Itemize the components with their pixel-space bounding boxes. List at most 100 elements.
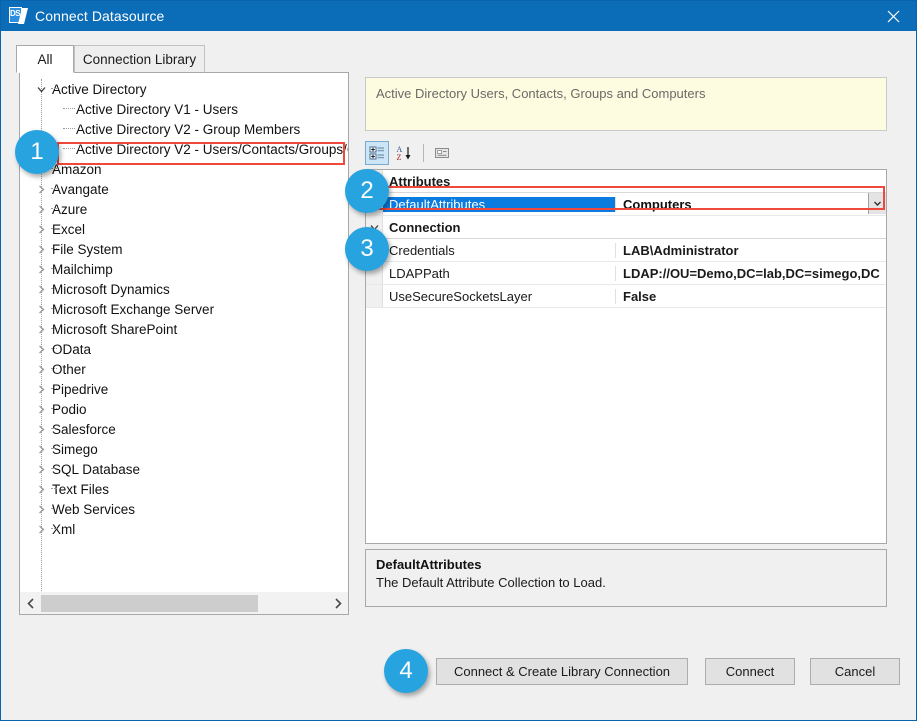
tree-item-podio[interactable]: Podio <box>20 399 348 419</box>
tree-horizontal-scrollbar[interactable] <box>20 591 348 614</box>
scrollbar-thumb[interactable] <box>41 594 259 612</box>
tree-item-web-services[interactable]: Web Services <box>20 499 348 519</box>
chevron-right-icon[interactable] <box>35 203 48 216</box>
callout-badge-2: 2 <box>345 169 389 213</box>
chevron-right-icon[interactable] <box>35 363 48 376</box>
chevron-right-icon[interactable] <box>35 423 48 436</box>
chevron-right-icon[interactable] <box>35 183 48 196</box>
datasource-tree[interactable]: Active Directory Active Directory V1 - U… <box>20 79 348 591</box>
tree-item-label: File System <box>52 241 123 257</box>
chevron-right-icon[interactable] <box>35 403 48 416</box>
chevron-right-icon[interactable] <box>35 323 48 336</box>
chevron-right-icon[interactable] <box>35 523 48 536</box>
connect-and-create-library-connection-button[interactable]: Connect & Create Library Connection <box>436 658 688 685</box>
property-value[interactable]: False <box>615 288 886 304</box>
tree-item-avangate[interactable]: Avangate <box>20 179 348 199</box>
chevron-right-icon[interactable] <box>35 283 48 296</box>
svg-text:Z: Z <box>397 153 402 161</box>
tab-connection-library[interactable]: Connection Library <box>74 45 205 73</box>
chevron-right-icon[interactable] <box>35 503 48 516</box>
tree-item-microsoft-dynamics[interactable]: Microsoft Dynamics <box>20 279 348 299</box>
tree-item-label: Web Services <box>52 501 136 517</box>
tree-item-file-system[interactable]: File System <box>20 239 348 259</box>
tree-item-xml[interactable]: Xml <box>20 519 348 539</box>
chevron-right-icon[interactable] <box>35 243 48 256</box>
tree-item-microsoft-exchange-server[interactable]: Microsoft Exchange Server <box>20 299 348 319</box>
tab-connection-library-label: Connection Library <box>82 51 197 67</box>
tree-item-text-files[interactable]: Text Files <box>20 479 348 499</box>
window-title: Connect Datasource <box>35 8 165 24</box>
property-grid[interactable]: Attributes DefaultAttributes Computers C… <box>365 169 887 544</box>
close-icon[interactable] <box>870 1 916 31</box>
connect-button[interactable]: Connect <box>705 658 795 685</box>
categorized-view-icon[interactable] <box>365 141 389 165</box>
tree-item-label: Mailchimp <box>52 261 113 277</box>
tree-item-label: Text Files <box>52 481 110 497</box>
scrollbar-track[interactable] <box>41 592 327 614</box>
callout-badge-3: 3 <box>345 227 389 271</box>
property-row-credentials[interactable]: Credentials LAB\Administrator <box>366 239 886 262</box>
property-category-connection[interactable]: Connection <box>366 216 886 239</box>
tree-item-label: Xml <box>52 521 76 537</box>
chevron-right-icon[interactable] <box>35 443 48 456</box>
tree-item-label: Salesforce <box>52 421 116 437</box>
tree-item-azure[interactable]: Azure <box>20 199 348 219</box>
chevron-right-icon[interactable] <box>35 223 48 236</box>
property-value[interactable]: Computers <box>615 196 886 212</box>
cancel-button[interactable]: Cancel <box>810 658 900 685</box>
callout-badge-4: 4 <box>384 649 428 693</box>
tree-item-odata[interactable]: OData <box>20 339 348 359</box>
chevron-right-icon[interactable] <box>35 303 48 316</box>
tree-item-label: Active Directory V2 - Group Members <box>76 121 301 137</box>
property-help-title: DefaultAttributes <box>376 557 482 572</box>
property-row-ldappath[interactable]: LDAPPath LDAP://OU=Demo,DC=lab,DC=simego… <box>366 262 886 285</box>
chevron-right-icon[interactable] <box>35 343 48 356</box>
chevron-right-icon[interactable] <box>35 263 48 276</box>
tree-item-label: Microsoft Dynamics <box>52 281 170 297</box>
chevron-right-icon[interactable] <box>35 383 48 396</box>
chevron-down-icon[interactable] <box>35 83 48 96</box>
chevron-right-icon[interactable] <box>35 483 48 496</box>
tree-item-excel[interactable]: Excel <box>20 219 348 239</box>
property-name: Credentials <box>389 242 455 258</box>
chevron-right-icon[interactable] <box>35 463 48 476</box>
tree-item-salesforce[interactable]: Salesforce <box>20 419 348 439</box>
tree-item-label: Podio <box>52 401 87 417</box>
property-category-attributes[interactable]: Attributes <box>366 170 886 193</box>
property-category-label: Attributes <box>389 173 451 189</box>
tree-item-mailchimp[interactable]: Mailchimp <box>20 259 348 279</box>
tree-item-pipedrive[interactable]: Pipedrive <box>20 379 348 399</box>
tree-item-active-directory[interactable]: Active Directory <box>20 79 348 99</box>
tree-item-ad-v2-group-members[interactable]: Active Directory V2 - Group Members <box>20 119 348 139</box>
property-pages-icon[interactable] <box>430 141 454 165</box>
chevron-right-icon[interactable] <box>327 593 348 614</box>
tree-item-ad-v2-users-contacts-groups[interactable]: Active Directory V2 - Users/Contacts/Gro… <box>20 139 348 159</box>
tree-item-simego[interactable]: Simego <box>20 439 348 459</box>
property-name: LDAPPath <box>389 265 450 281</box>
toolbar-separator <box>423 144 424 162</box>
property-value[interactable]: LAB\Administrator <box>615 242 886 258</box>
property-category-label: Connection <box>389 219 461 235</box>
alphabetical-sort-icon[interactable]: A Z <box>392 141 416 165</box>
property-name: UseSecureSocketsLayer <box>389 288 533 304</box>
tree-item-other[interactable]: Other <box>20 359 348 379</box>
button-label: Cancel <box>834 664 876 679</box>
tree-item-ad-v1-users[interactable]: Active Directory V1 - Users <box>20 99 348 119</box>
tree-item-label: SQL Database <box>52 461 141 477</box>
tab-all[interactable]: All <box>16 45 74 73</box>
tree-item-microsoft-sharepoint[interactable]: Microsoft SharePoint <box>20 319 348 339</box>
property-value[interactable]: LDAP://OU=Demo,DC=lab,DC=simego,DC <box>615 265 886 281</box>
tree-item-label: Azure <box>52 201 88 217</box>
datasource-description-box: Active Directory Users, Contacts, Groups… <box>365 77 887 131</box>
chevron-left-icon[interactable] <box>20 593 41 614</box>
button-label: Connect & Create Library Connection <box>453 664 671 679</box>
datasource-tree-panel: Active Directory Active Directory V1 - U… <box>19 72 349 615</box>
tree-item-label: Excel <box>52 221 86 237</box>
chevron-down-icon[interactable] <box>868 193 886 214</box>
property-row-usesecuresocketslayer[interactable]: UseSecureSocketsLayer False <box>366 285 886 308</box>
ds-logo-icon: DS <box>9 7 28 25</box>
tree-item-sql-database[interactable]: SQL Database <box>20 459 348 479</box>
title-bar: DS Connect Datasource <box>1 1 916 31</box>
tree-item-amazon[interactable]: Amazon <box>20 159 348 179</box>
property-row-defaultattributes[interactable]: DefaultAttributes Computers <box>366 193 886 216</box>
